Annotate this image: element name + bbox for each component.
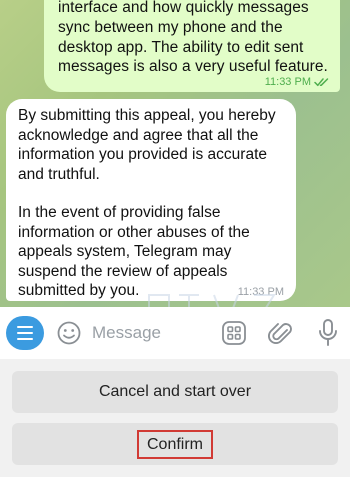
confirm-button[interactable]: Confirm: [12, 423, 338, 465]
bot-menu-button[interactable]: [6, 316, 44, 350]
chat-background: interface and how quickly messages sync …: [0, 0, 350, 307]
outgoing-message-text: interface and how quickly messages sync …: [58, 0, 328, 76]
incoming-message-time: 11:33 PM: [237, 286, 284, 298]
attach-icon[interactable]: [268, 318, 294, 348]
outgoing-message-time: 11:33 PM: [264, 76, 311, 88]
cancel-and-start-over-label: Cancel and start over: [98, 383, 252, 400]
double-check-icon: [314, 78, 329, 87]
incoming-message-paragraph-1: By submitting this appeal, you hereby ac…: [18, 107, 276, 183]
menu-icon-line: [17, 332, 33, 334]
confirm-label: Confirm: [136, 429, 213, 459]
emoji-icon[interactable]: [56, 320, 82, 346]
bot-commands-icon[interactable]: [221, 320, 247, 346]
cancel-and-start-over-button[interactable]: Cancel and start over: [12, 371, 338, 413]
menu-icon-line: [17, 338, 33, 340]
outgoing-message[interactable]: interface and how quickly messages sync …: [44, 0, 340, 92]
outgoing-message-meta: 11:33 PM: [265, 76, 330, 88]
message-input[interactable]: [92, 321, 212, 345]
message-input-bar: [0, 307, 350, 359]
microphone-icon[interactable]: [316, 318, 340, 348]
menu-icon-line: [17, 326, 33, 328]
bot-keyboard: Cancel and start over Confirm: [0, 359, 350, 477]
incoming-message[interactable]: By submitting this appeal, you hereby ac…: [6, 99, 296, 307]
